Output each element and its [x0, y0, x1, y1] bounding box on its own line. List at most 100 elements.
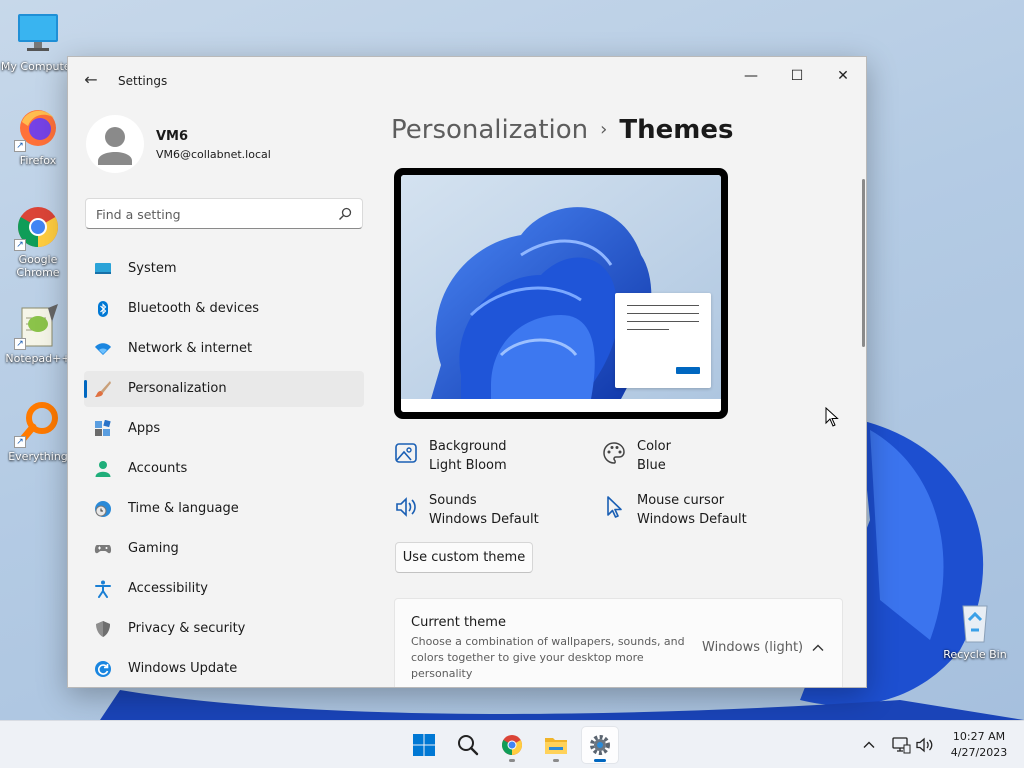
sidebar-item-windows-update[interactable]: Windows Update [84, 651, 364, 687]
preview-dialog-button [676, 367, 700, 374]
breadcrumb-parent[interactable]: Personalization [391, 115, 588, 145]
current-theme-card[interactable]: Current theme Choose a combination of wa… [394, 598, 843, 687]
background-setting[interactable]: Background Light Bloom [394, 439, 574, 479]
sidebar-nav: System Bluetooth & devices Network & int… [84, 251, 364, 687]
avatar[interactable] [86, 115, 144, 173]
shortcut-arrow-icon: ↗ [14, 140, 26, 152]
window-title: Settings [118, 74, 168, 88]
update-icon [95, 661, 111, 677]
active-indicator [594, 759, 606, 762]
search-icon [339, 207, 352, 220]
sidebar-item-label: Bluetooth & devices [128, 301, 259, 316]
desktop-icon-label: Firefox [19, 154, 57, 167]
taskbar: 10:27 AM 4/27/2023 [0, 720, 1024, 768]
settings-window: ← Settings — ☐ ✕ VM6 VM6@collabnet.local… [67, 56, 867, 688]
windows-logo-icon [413, 734, 435, 756]
breadcrumb-separator: › [600, 119, 608, 140]
color-setting-title: Color [637, 439, 671, 454]
sidebar-item-accounts[interactable]: Accounts [84, 451, 364, 487]
system-icon [95, 263, 111, 274]
taskbar-settings[interactable] [582, 727, 618, 763]
sidebar-item-time-language[interactable]: Time & language [84, 491, 364, 527]
taskbar-chrome[interactable] [494, 727, 530, 763]
mouse-pointer-icon [825, 407, 839, 427]
sidebar-item-label: Gaming [128, 541, 179, 556]
scrollbar[interactable] [862, 179, 865, 347]
back-arrow-icon[interactable]: ← [80, 69, 102, 91]
folder-icon [545, 738, 567, 754]
network-icon [892, 737, 911, 754]
volume-status[interactable] [915, 735, 935, 755]
gear-icon [590, 735, 610, 755]
sidebar-item-label: Privacy & security [128, 621, 246, 636]
running-indicator [509, 759, 515, 762]
palette-icon [603, 442, 625, 464]
sidebar-item-gaming[interactable]: Gaming [84, 531, 364, 567]
sidebar-item-privacy-security[interactable]: Privacy & security [84, 611, 364, 647]
use-custom-theme-button[interactable]: Use custom theme [395, 542, 533, 573]
sidebar-item-label: Accessibility [128, 581, 208, 596]
preview-dialog [615, 293, 711, 388]
close-button[interactable]: ✕ [820, 61, 866, 91]
start-button[interactable] [406, 727, 442, 763]
search-icon [458, 735, 479, 756]
desktop-icon-label: My Computer [0, 60, 76, 73]
desktop-icon-label: Everything [8, 450, 68, 463]
desktop-icon-firefox[interactable]: ↗ Firefox [0, 104, 76, 167]
background-setting-value: Light Bloom [429, 458, 507, 473]
sidebar-item-label: Apps [128, 421, 161, 436]
shortcut-arrow-icon: ↗ [14, 436, 26, 448]
theme-preview [394, 168, 728, 419]
desktop-icon-google-chrome[interactable]: ↗ Google Chrome [0, 203, 76, 279]
color-setting[interactable]: Color Blue [602, 439, 782, 479]
accessibility-icon [95, 580, 111, 598]
current-theme-title: Current theme [411, 615, 506, 630]
desktop-icon-label: Recycle Bin [943, 648, 1007, 661]
network-status[interactable] [891, 735, 911, 755]
maximize-button[interactable]: ☐ [774, 61, 820, 91]
desktop-icon-label: Notepad++ [5, 352, 71, 365]
minimize-button[interactable]: — [728, 61, 774, 91]
desktop-icon-my-computer[interactable]: My Computer [0, 10, 76, 73]
sidebar-item-label: Accounts [128, 461, 188, 476]
sidebar-item-apps[interactable]: Apps [84, 411, 364, 447]
recycle-bin-icon [962, 605, 988, 643]
sounds-setting[interactable]: Sounds Windows Default [394, 493, 574, 533]
mouse-cursor-setting[interactable]: Mouse cursor Windows Default [602, 493, 782, 533]
sidebar-item-network[interactable]: Network & internet [84, 331, 364, 367]
sidebar-item-label: Windows Update [128, 661, 238, 676]
theme-preview-screen [401, 175, 721, 412]
color-setting-value: Blue [637, 458, 666, 473]
sidebar-item-label: Network & internet [128, 341, 253, 356]
gamepad-icon [94, 545, 112, 554]
tray-overflow-button[interactable] [859, 735, 879, 755]
sidebar-item-label: System [128, 261, 177, 276]
title-bar[interactable]: ← Settings — ☐ ✕ [68, 57, 866, 105]
sidebar-item-personalization[interactable]: Personalization [84, 371, 364, 407]
desktop-icon-notepad-plus-plus[interactable]: ↗ Notepad++ [0, 302, 76, 365]
desktop-icon-label: Google Chrome [16, 253, 60, 279]
shortcut-arrow-icon: ↗ [14, 338, 26, 350]
sidebar-item-accessibility[interactable]: Accessibility [84, 571, 364, 607]
sidebar-item-bluetooth[interactable]: Bluetooth & devices [84, 291, 364, 327]
breadcrumb: Personalization › Themes [391, 115, 733, 145]
chevron-up-icon [863, 741, 875, 748]
search-input[interactable]: Find a setting [85, 198, 363, 229]
mouse-cursor-setting-title: Mouse cursor [637, 493, 725, 508]
sidebar-item-label: Personalization [128, 381, 227, 396]
speaker-icon [396, 497, 416, 517]
search-button[interactable] [450, 727, 486, 763]
desktop-icon-recycle-bin[interactable]: Recycle Bin [937, 598, 1013, 661]
clock[interactable]: 10:27 AM 4/27/2023 [944, 729, 1014, 761]
cursor-icon [607, 496, 622, 518]
shield-icon [96, 621, 110, 637]
current-theme-description: Choose a combination of wallpapers, soun… [411, 635, 685, 680]
taskbar-file-explorer[interactable] [538, 727, 574, 763]
background-setting-title: Background [429, 439, 507, 454]
wifi-icon [95, 343, 111, 355]
page-title: Themes [619, 115, 734, 145]
sidebar-item-system[interactable]: System [84, 251, 364, 287]
preview-taskbar [401, 399, 721, 412]
desktop-icon-everything[interactable]: ↗ Everything [0, 400, 76, 463]
chevron-up-icon[interactable] [811, 641, 825, 655]
